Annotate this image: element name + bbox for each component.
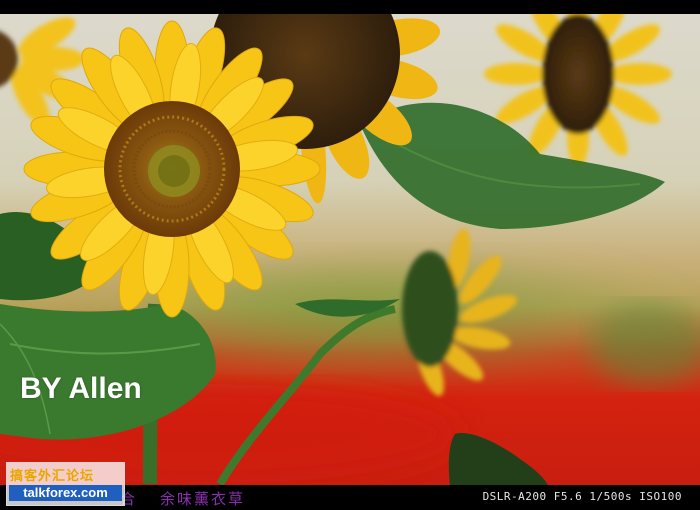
forum-watermark-logo: 搞客外汇论坛 talkforex.com (6, 462, 125, 506)
photographer-caption: BY Allen (20, 372, 142, 405)
watermark-site-name: 搞客外汇论坛 (10, 469, 95, 484)
exif-info: DSLR-A200 F5.6 1/500s ISO100 (482, 490, 682, 503)
sunflower-photo (0, 14, 700, 485)
watermark-url: talkforex.com (9, 485, 122, 501)
photo-frame: BY Allen 合 余味薰衣草 DSLR-A200 F5.6 1/500s I… (0, 0, 700, 510)
photo-illustration (0, 14, 700, 485)
top-black-border (0, 0, 700, 14)
bottom-title: 余味薰衣草 (160, 490, 246, 508)
